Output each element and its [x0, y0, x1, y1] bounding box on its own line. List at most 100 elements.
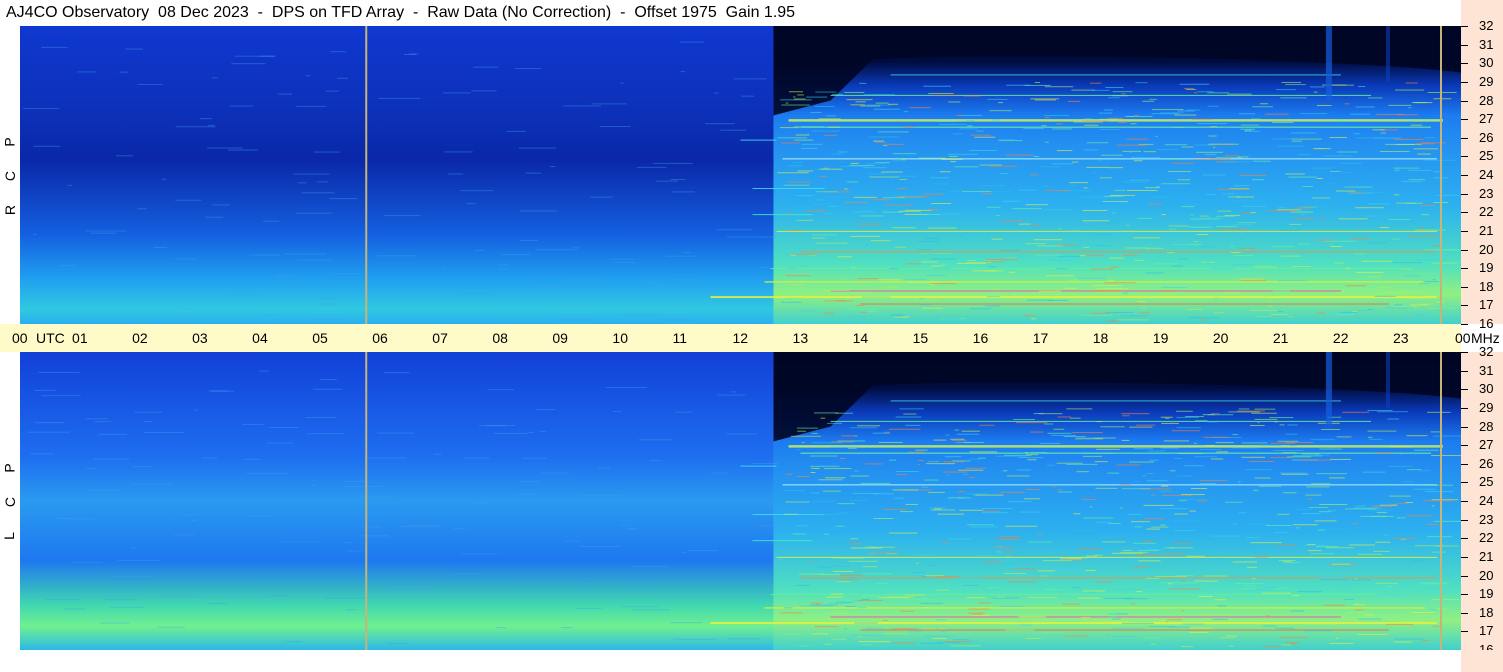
- y-tick-label: 23: [1479, 185, 1494, 201]
- freq-axis-strip-bottom: [1461, 650, 1503, 672]
- interference-line: [830, 290, 1341, 292]
- interference-line: [788, 445, 1443, 448]
- interference-line: [776, 556, 1437, 558]
- x-tick-label: 18: [1092, 330, 1109, 346]
- y-tick: [1461, 156, 1468, 158]
- y-tick: [1461, 137, 1468, 139]
- y-tick: [1461, 575, 1468, 577]
- y-tick: [1461, 44, 1468, 46]
- y-tick-label: 31: [1479, 362, 1494, 378]
- freq-axis-bottom: 3231302928272625242322212019181716: [1461, 344, 1503, 657]
- x-tick-label: 19: [1152, 330, 1169, 346]
- x-tick-label: 16: [972, 330, 989, 346]
- y-tick: [1461, 230, 1468, 232]
- pol-letter: C: [2, 496, 19, 508]
- vertical-stripe: [1325, 26, 1332, 101]
- interference-line: [800, 452, 1431, 454]
- interference-line: [752, 540, 813, 542]
- x-tick-label: 09: [552, 330, 568, 346]
- y-tick: [1461, 268, 1468, 270]
- y-tick-label: 28: [1479, 418, 1494, 434]
- pol-letter: P: [1, 463, 18, 473]
- interference-line: [770, 594, 1401, 596]
- y-tick-label: 20: [1479, 241, 1494, 257]
- vertical-stripe: [1325, 352, 1332, 427]
- x-tick-label: 20: [1212, 330, 1229, 346]
- y-tick-label: 25: [1479, 474, 1494, 490]
- day-band: [773, 26, 1461, 324]
- pol-letter: C: [2, 170, 19, 182]
- y-tick: [1461, 305, 1468, 307]
- y-tick-label: 30: [1479, 55, 1494, 71]
- night-band: [20, 352, 774, 650]
- interference-line: [782, 484, 1437, 486]
- y-tick: [1461, 286, 1468, 288]
- y-tick-label: 26: [1479, 129, 1494, 145]
- spectrogram-lcp: [20, 352, 1461, 650]
- x-tick-label: 02: [132, 330, 148, 346]
- interference-line: [800, 251, 1437, 253]
- interference-line: [890, 74, 1341, 76]
- interference-line: [752, 188, 825, 190]
- x-tick-label: 00: [12, 330, 28, 346]
- x-tick-label: 21: [1272, 330, 1289, 346]
- y-tick: [1461, 594, 1468, 596]
- y-tick: [1461, 482, 1468, 484]
- marker-line: [365, 26, 368, 324]
- interference-line: [782, 158, 1437, 160]
- y-tick-label: 21: [1479, 222, 1494, 238]
- y-tick: [1461, 63, 1468, 65]
- interference-line: [890, 400, 1341, 402]
- y-tick: [1461, 81, 1468, 83]
- y-tick: [1461, 445, 1468, 447]
- x-tick-label: 14: [852, 330, 869, 346]
- y-tick-label: 32: [1479, 344, 1494, 359]
- y-tick-label: 22: [1479, 530, 1494, 546]
- x-tick-label: 22: [1332, 330, 1349, 346]
- y-tick: [1461, 501, 1468, 502]
- y-tick: [1461, 100, 1468, 102]
- x-tick-label: 07: [432, 330, 448, 346]
- interference-line: [710, 622, 1437, 625]
- polarization-label-lcp: P C L: [0, 352, 20, 650]
- chart-title: AJ4CO Observatory 08 Dec 2023 - DPS on T…: [6, 4, 796, 21]
- y-tick-label: 29: [1479, 399, 1494, 415]
- x-tick-label: 04: [252, 330, 268, 346]
- x-tick-label: 06: [372, 330, 388, 346]
- interference-line: [764, 281, 1425, 283]
- interference-line: [740, 465, 777, 467]
- x-tick-label: 08: [492, 330, 508, 346]
- y-tick: [1461, 463, 1468, 465]
- interference-line: [800, 126, 1431, 128]
- y-tick: [1461, 407, 1468, 409]
- freq-axis-top: 32 31 30 29 28 27 26 25 24 23 22 21 20 19 18 17 16: [1461, 18, 1503, 331]
- y-tick-label: 28: [1479, 92, 1494, 108]
- y-tick: [1461, 119, 1468, 121]
- x-tick-label: 10: [612, 330, 628, 346]
- pol-letter: P: [1, 137, 18, 147]
- marker-line: [1439, 352, 1442, 650]
- day-band: [773, 352, 1461, 650]
- y-tick: [1461, 612, 1468, 614]
- pol-letter: R: [2, 204, 19, 216]
- y-tick: [1461, 193, 1468, 195]
- spectrogram-canvas: [20, 352, 1461, 650]
- y-tick-label: 26: [1479, 455, 1494, 471]
- x-tick-label: 12: [732, 330, 749, 346]
- x-tick-label: 23: [1392, 330, 1409, 346]
- y-tick: [1461, 249, 1468, 251]
- pol-letter: L: [0, 532, 17, 540]
- time-axis: 00 01 02 03 04 05 06 07 08 09 10 11 12 13 14 15 16 17 18 19…: [0, 324, 1500, 352]
- y-tick: [1461, 389, 1468, 391]
- y-tick: [1461, 556, 1468, 558]
- vertical-stripe: [1385, 26, 1390, 82]
- y-tick: [1461, 370, 1468, 372]
- interference-line: [770, 268, 1401, 270]
- y-tick: [1461, 175, 1468, 176]
- spectrogram-canvas: [20, 26, 1461, 324]
- y-tick: [1461, 26, 1468, 27]
- y-tick: [1461, 426, 1468, 428]
- x-tick-label: 13: [792, 330, 809, 346]
- y-tick-label: 22: [1479, 204, 1494, 220]
- marker-line: [365, 352, 368, 650]
